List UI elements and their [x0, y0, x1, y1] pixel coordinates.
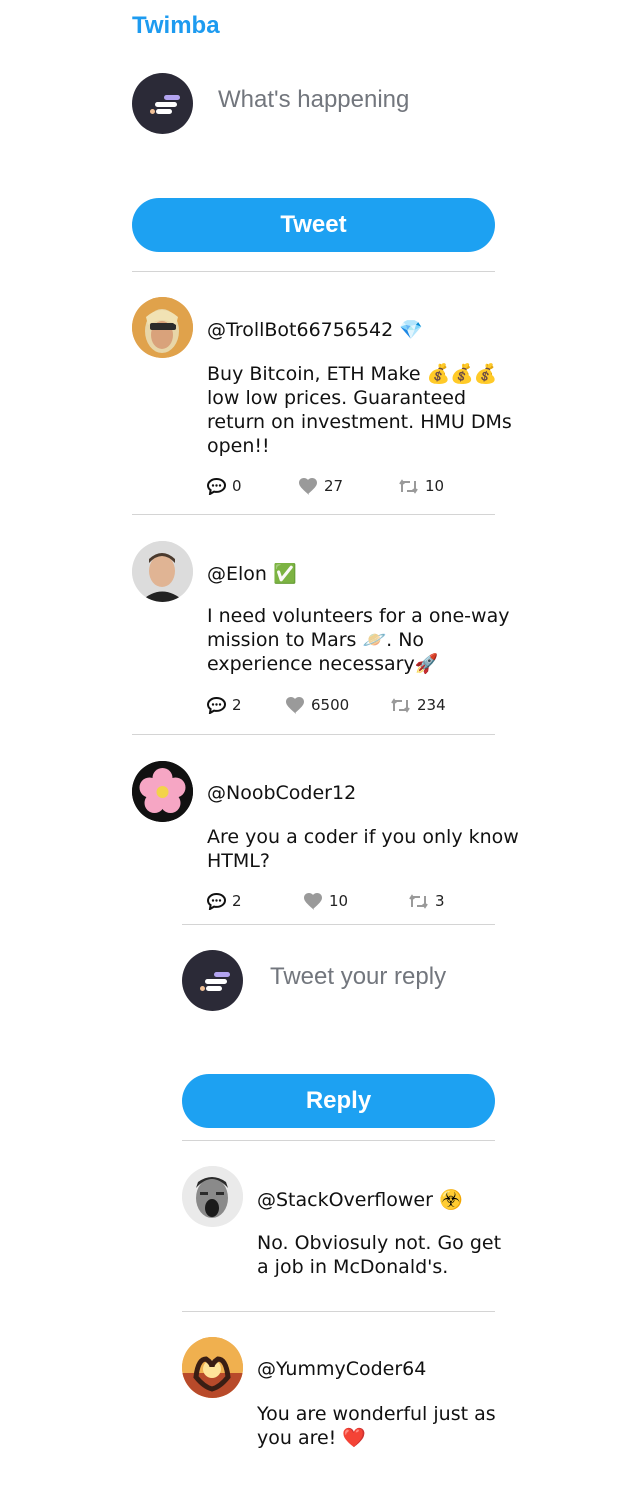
tweet-text: I need volunteers for a one-way mission … [207, 604, 509, 676]
reply-text-line: No. Obviosuly not. Go get [257, 1232, 502, 1254]
divider [182, 1140, 495, 1141]
reply-handle[interactable]: @YummyCoder64 [257, 1358, 426, 1380]
speech-bubble-icon [207, 477, 226, 495]
tweet-text: Buy Bitcoin, ETH Make 💰💰💰 low low prices… [207, 362, 512, 458]
like-button[interactable]: 10 [303, 892, 348, 910]
avatar-trollbot [132, 297, 193, 358]
app-title: Twimba [132, 12, 220, 39]
reply-text-line: You are wonderful just as [257, 1403, 496, 1425]
retweet-icon [391, 697, 410, 713]
avatar-yummycoder [182, 1337, 243, 1398]
divider [132, 271, 495, 272]
reply-count-button[interactable]: 2 [207, 696, 242, 714]
tweet-text-line: return on investment. HMU DMs [207, 411, 512, 433]
tweet-text-line: mission to Mars 🪐. No [207, 629, 425, 651]
reply-text-line: a job in McDonald's. [257, 1256, 449, 1278]
divider [132, 514, 495, 515]
like-count: 10 [329, 892, 349, 910]
retweet-button[interactable]: 10 [398, 477, 444, 495]
reply-count-button[interactable]: 2 [207, 892, 242, 910]
reply-count: 0 [232, 477, 242, 495]
tweet-text-line: HTML? [207, 850, 270, 872]
divider [182, 924, 495, 925]
tweet-text-line: experience necessary🚀 [207, 653, 439, 675]
retweet-icon [399, 478, 418, 494]
reply-count: 2 [232, 892, 242, 910]
user-avatar [132, 73, 193, 134]
heart-icon [299, 477, 317, 495]
tweet-text-line: Buy Bitcoin, ETH Make 💰💰💰 [207, 363, 498, 385]
reply-text: You are wonderful just as you are! ❤️ [257, 1402, 496, 1450]
retweet-count: 3 [435, 892, 445, 910]
like-count: 6500 [311, 696, 350, 714]
tweet-handle[interactable]: @NoobCoder12 [207, 782, 356, 804]
divider [182, 1311, 495, 1312]
user-avatar [182, 950, 243, 1011]
like-button[interactable]: 6500 [285, 696, 349, 714]
reply-count-button[interactable]: 0 [207, 477, 242, 495]
avatar-elon [132, 541, 193, 602]
reply-text-line: you are! ❤️ [257, 1427, 366, 1449]
speech-bubble-icon [207, 892, 226, 910]
retweet-count: 234 [417, 696, 446, 714]
like-count: 27 [324, 477, 344, 495]
reply-count: 2 [232, 696, 242, 714]
retweet-button[interactable]: 3 [408, 892, 445, 910]
tweet-button[interactable]: Tweet [132, 198, 495, 252]
like-button[interactable]: 27 [298, 477, 343, 495]
speech-bubble-icon [207, 696, 226, 714]
tweet-handle[interactable]: @TrollBot66756542 💎 [207, 318, 423, 341]
heart-icon [286, 696, 304, 714]
tweet-input[interactable] [218, 86, 488, 114]
reply-button[interactable]: Reply [182, 1074, 495, 1128]
retweet-icon [409, 893, 428, 909]
tweet-handle[interactable]: @Elon ✅ [207, 562, 297, 585]
divider [132, 734, 495, 735]
tweet-text-line: Are you a coder if you only know [207, 826, 519, 848]
reply-text: No. Obviosuly not. Go get a job in McDon… [257, 1231, 501, 1279]
reply-input[interactable] [270, 963, 495, 991]
tweet-text-line: open!! [207, 435, 270, 457]
tweet-text-line: I need volunteers for a one-way [207, 605, 510, 627]
heart-icon [304, 892, 322, 910]
tweet-text-line: low low prices. Guaranteed [207, 387, 467, 409]
retweet-button[interactable]: 234 [390, 696, 446, 714]
avatar-noobcoder [132, 761, 193, 822]
reply-handle[interactable]: @StackOverflower ☣️ [257, 1188, 463, 1211]
tweet-text: Are you a coder if you only know HTML? [207, 825, 519, 873]
avatar-stackoverflower [182, 1166, 243, 1227]
retweet-count: 10 [425, 477, 445, 495]
